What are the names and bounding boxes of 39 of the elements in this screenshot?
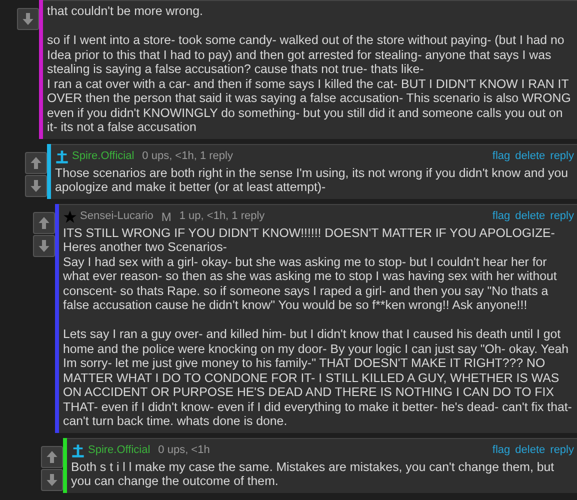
upvote-button[interactable]: [25, 152, 47, 174]
comment-text: ITS STILL WRONG IF YOU DIDN'T KNOW!!!!!! DOESN'T MATTER IF YOU APOLOGIZE- Heres another two Scenarios- Say I had sex with a girl- okay- but she was asking me to stop- but I couldn't hear her for what ever reason- so then as she was asking me to stop I was having sex with her without conscent- so thats Rape. so if someone says I raped a girl- and then you say "No thats a false accusation cause he didn't know" You would be so f**ken wrong!! Ask anyone!!!: [63, 226, 558, 312]
user-rank-label: M: [161, 208, 172, 226]
action-link[interactable]: flag: [492, 208, 510, 225]
action-link[interactable]: delete: [515, 148, 546, 165]
up-arrow-icon: [36, 214, 52, 230]
down-arrow-icon: [20, 11, 36, 27]
downvote-button[interactable]: [25, 174, 47, 196]
action-link[interactable]: flag: [492, 442, 510, 459]
cross-icon: [55, 150, 69, 164]
down-arrow-icon: [28, 178, 44, 194]
action-link[interactable]: flag: [492, 148, 510, 165]
upvote-button[interactable]: [41, 446, 63, 468]
action-link[interactable]: reply: [550, 148, 574, 165]
downvote-button[interactable]: [41, 468, 63, 490]
comment-text: that couldn't be more wrong.: [47, 4, 204, 18]
comment-meta: 1 up, <1h, 1 reply: [179, 209, 265, 224]
upvote-button[interactable]: [33, 212, 55, 234]
up-arrow-icon: [44, 448, 60, 464]
down-arrow-icon: [36, 238, 52, 254]
downvote-button[interactable]: [33, 234, 55, 256]
action-link[interactable]: reply: [550, 208, 574, 225]
comment-meta: 0 ups, <1h, 1 reply: [142, 149, 233, 164]
comment-meta: 0 ups, <1h: [158, 443, 210, 458]
up-arrow-icon: [28, 154, 44, 170]
action-link[interactable]: delete: [515, 208, 546, 225]
username-link[interactable]: Spire.Official: [88, 442, 150, 459]
downvote-button[interactable]: [17, 8, 39, 30]
cross-icon: [71, 444, 85, 458]
action-link[interactable]: reply: [550, 442, 574, 459]
comment-text: Both s t i l l make my case the same. Mistakes are mistakes, you can't change them, but you can change the outcome of them.: [71, 460, 556, 488]
username-link[interactable]: Sensei-Lucario: [80, 208, 154, 225]
action-link[interactable]: delete: [515, 442, 546, 459]
down-arrow-icon: [44, 472, 60, 488]
comment-text: Those scenarios are both right in the sense I'm using, its not wrong if you didn't know and you apologize and make it better (or at least attempt)-: [55, 166, 570, 194]
username-link[interactable]: Spire.Official: [72, 148, 134, 165]
comment-text: so if I went into a store- took some candy- walked out of the store without paying- (but I had no Idea prior to this that I had to pay) and then got arrested for stealing- anyone that says I was stealing is saying a false accusation? cause thats not true- thats like- I ran a cat over with a car- and then if some says I killed the cat- BUT I DIDN'T KNOW I RAN IT OVER then the person that said it was saying a false accusation- This scenario is also WRONG even if you didn't KNOWINGLY do something- but you still did it and someone calls you out on it- its not a false accusation: [47, 33, 572, 134]
star-icon: [63, 210, 77, 224]
comment-text: Lets say I ran a guy over- and killed him- but I didn't know that I caused his death until I got home and the police were knocking on my door- By your logic I can just say "Oh- okay. Yeah Im sorry- let me just give money to his family-" THAT DOESN'T MAKE IT RIGHT??? NO MATTER WHAT I DO TO CONDONE FOR IT- I STILL KILLED A GUY, WHETHER IS WAS ON ACCIDENT OR PURPOSE HE'S DEAD AND THERE IS NOTHING I CAN DO TO FIX THAT- even if I didn't know- even if I did everything to make it better- he's dead- can't fix that- can't turn back time. whats done is done.: [63, 327, 573, 428]
